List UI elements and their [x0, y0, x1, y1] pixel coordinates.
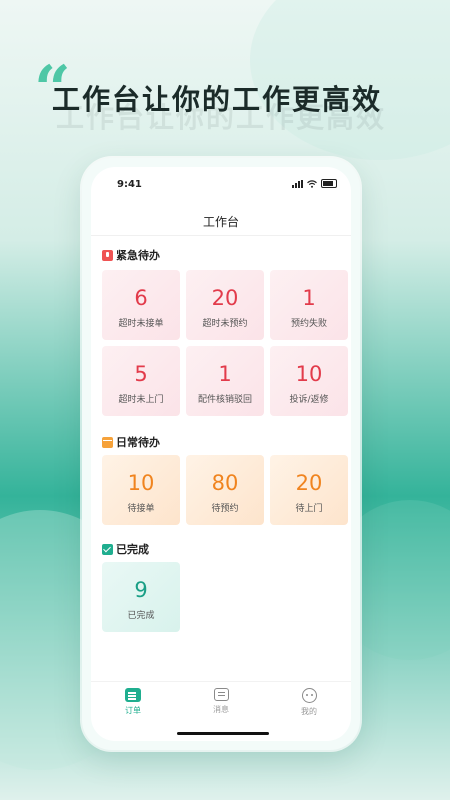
tab-label: 消息: [213, 705, 229, 714]
card-pending-appointment[interactable]: 80 待预约: [186, 455, 264, 525]
card-label: 超时未接单: [118, 319, 164, 329]
profile-icon: [301, 688, 317, 703]
card-value: 9: [134, 578, 148, 602]
status-icons: [292, 179, 337, 188]
card-overdue-accept[interactable]: 6 超时未接单: [102, 270, 180, 340]
section-done-header: 已完成: [102, 541, 149, 557]
card-value: 1: [218, 362, 232, 386]
phone-screen: 9:41 工作台 紧急待办 6 超时未接单 20 超时未预约 1 预约失败 5 …: [91, 167, 351, 741]
section-daily-title: 日常待办: [116, 436, 160, 449]
message-icon: [213, 688, 229, 701]
card-overdue-visit[interactable]: 5 超时未上门: [102, 346, 180, 416]
tab-bar: 订单 消息 我的: [91, 681, 351, 722]
alarm-icon: [102, 249, 113, 261]
section-done-title: 已完成: [116, 543, 149, 556]
tab-profile[interactable]: 我的: [279, 688, 339, 717]
card-value: 10: [295, 362, 323, 386]
section-urgent-header: 紧急待办: [102, 247, 160, 263]
tab-label: 订单: [125, 706, 141, 715]
header-divider: [91, 235, 351, 236]
card-appointment-failed[interactable]: 1 预约失败: [270, 270, 348, 340]
card-value: 80: [211, 471, 239, 495]
tab-label: 我的: [301, 707, 317, 716]
wifi-icon: [307, 179, 317, 188]
card-label: 已完成: [127, 611, 155, 621]
card-complaint-repair[interactable]: 10 投诉/返修: [270, 346, 348, 416]
card-label: 预约失败: [290, 319, 327, 329]
card-pending-accept[interactable]: 10 待接单: [102, 455, 180, 525]
order-icon: [125, 688, 141, 702]
card-value: 6: [134, 286, 148, 310]
battery-icon: [321, 179, 337, 188]
headline: 工作台让你的工作更高效: [52, 83, 383, 116]
card-pending-visit[interactable]: 20 待上门: [270, 455, 348, 525]
card-completed[interactable]: 9 已完成: [102, 562, 180, 632]
card-value: 10: [127, 471, 155, 495]
tab-orders[interactable]: 订单: [103, 688, 163, 716]
phone-frame: 9:41 工作台 紧急待办 6 超时未接单 20 超时未预约 1 预约失败 5 …: [82, 158, 360, 750]
card-label: 待预约: [211, 504, 239, 514]
tab-messages[interactable]: 消息: [191, 688, 251, 715]
card-label: 投诉/返修: [289, 395, 329, 405]
card-value: 20: [211, 286, 239, 310]
card-value: 1: [302, 286, 316, 310]
card-value: 5: [134, 362, 148, 386]
card-label: 配件核销驳回: [197, 395, 252, 405]
card-label: 超时未预约: [202, 319, 248, 329]
card-label: 待上门: [295, 504, 323, 514]
status-time: 9:41: [117, 179, 142, 190]
section-urgent-title: 紧急待办: [116, 249, 160, 262]
calendar-icon: [102, 436, 113, 448]
status-bar: 9:41: [91, 167, 351, 199]
card-label: 待接单: [127, 504, 155, 514]
signal-icon: [292, 179, 303, 188]
card-value: 20: [295, 471, 323, 495]
page-title: 工作台: [202, 215, 239, 229]
card-parts-rejected[interactable]: 1 配件核销驳回: [186, 346, 264, 416]
card-overdue-appointment[interactable]: 20 超时未预约: [186, 270, 264, 340]
checkbox-icon: [102, 543, 113, 555]
home-indicator: [177, 732, 269, 735]
card-label: 超时未上门: [118, 395, 164, 405]
section-daily-header: 日常待办: [102, 434, 160, 450]
